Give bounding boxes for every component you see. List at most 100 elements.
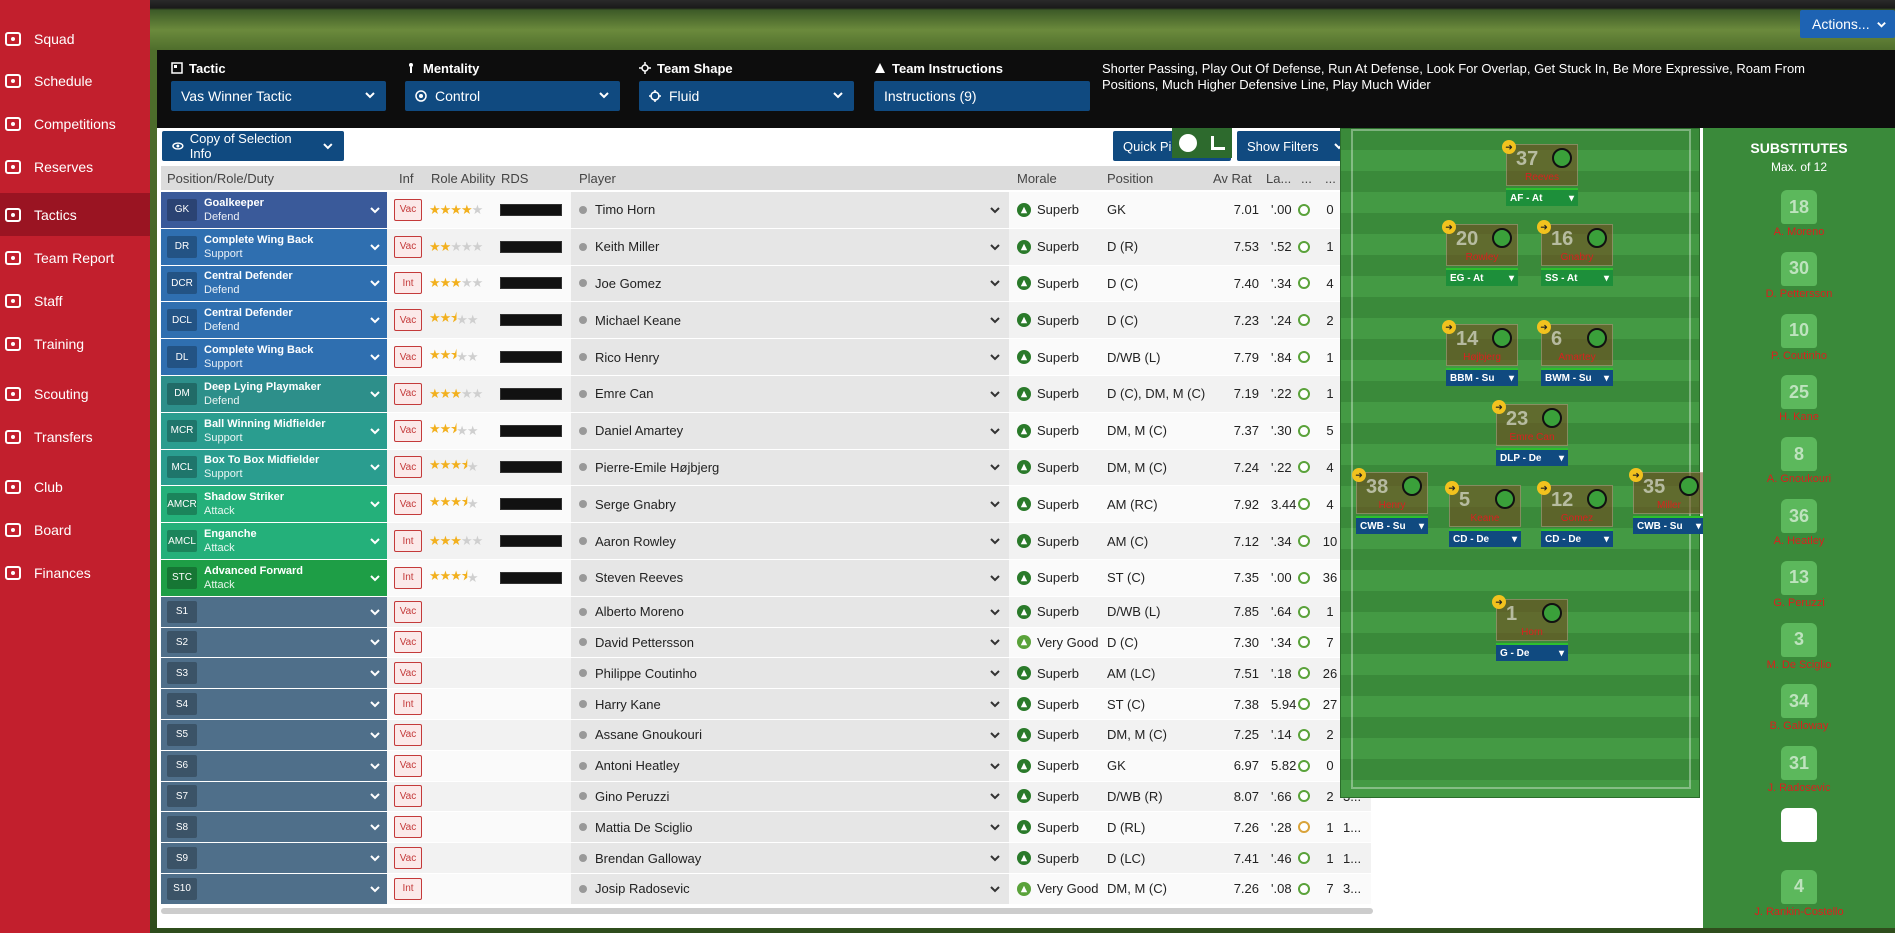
table-row[interactable]: S8 Vac Mattia De Sciglio Superb D (RL) 7.26 '.…	[161, 812, 1371, 844]
role-selector[interactable]: S8	[161, 812, 387, 843]
table-row[interactable]: S2 Vac David Pettersson Very Good D (C) 7.30 '…	[161, 627, 1371, 659]
substitute-slot[interactable]: 34 B. Galloway	[1753, 684, 1845, 732]
influence-badge[interactable]: Vac	[394, 631, 422, 654]
role-selector[interactable]: S2	[161, 627, 387, 658]
substitute-slot[interactable]: 8 A. Gnoukouri	[1753, 437, 1845, 485]
player-selector[interactable]: Antoni Heatley	[571, 750, 1009, 781]
table-row[interactable]: S6VacAntoni HeatleySuperbGK6.975.82018	[161, 750, 1371, 782]
player-name[interactable]: Brendan Galloway	[595, 851, 701, 866]
influence-badge[interactable]: Vac	[394, 785, 422, 808]
player-name[interactable]: Josip Radosevic	[595, 881, 690, 896]
player-selector[interactable]: Pierre-Emile Højbjerg	[571, 449, 1009, 486]
role-selector[interactable]: DCR Central Defender Defend	[161, 265, 387, 302]
sidebar-item-club[interactable]: Club	[0, 465, 150, 508]
sidebar-item-staff[interactable]: Staff	[0, 279, 150, 322]
header-last[interactable]: La...	[1266, 171, 1291, 186]
header-position[interactable]: Position	[1107, 171, 1153, 186]
role-selector[interactable]: AMCR Shadow Striker Attack	[161, 486, 387, 523]
sidebar-item-finances[interactable]: Finances	[0, 551, 150, 594]
header-rds[interactable]: RDS	[501, 171, 528, 186]
team-shape-select[interactable]: Fluid	[639, 81, 854, 111]
role-selector[interactable]: MCL Box To Box Midfielder Support	[161, 449, 387, 486]
pitch-role-selector[interactable]: CWB - Su ▾	[1356, 516, 1428, 534]
table-row[interactable]: S3 Vac Philippe Coutinho Superb AM (LC) 7.51 '…	[161, 658, 1371, 690]
table-row[interactable]: DL Complete Wing Back Support Vac ★★⯨ ★ ★ Rico …	[161, 339, 1371, 376]
table-row[interactable]: AMCL Enganche Attack Int ★★★ ★ ★ Aaron Rowley Su…	[161, 523, 1371, 560]
team-instructions-button[interactable]: Instructions (9)	[874, 81, 1090, 111]
role-selector[interactable]: MCR Ball Winning Midfielder Support	[161, 412, 387, 449]
pitch-player[interactable]: 37 ➜ Reeves AF - At ▾	[1502, 140, 1578, 206]
pitch-player[interactable]: 12 ➜ Gomez CD - De ▾	[1537, 481, 1613, 547]
sidebar-item-scouting[interactable]: Scouting	[0, 372, 150, 415]
player-name[interactable]: Michael Keane	[595, 313, 681, 328]
player-name[interactable]: Assane Gnoukouri	[595, 727, 702, 742]
table-row[interactable]: S7 Vac Gino Peruzzi Superb D/WB (R) 8.07 '.66 2…	[161, 781, 1371, 813]
substitute-slot[interactable]: 30 D. Pettersson	[1753, 251, 1845, 300]
role-selector[interactable]: DL Complete Wing Back Support	[161, 339, 387, 375]
influence-badge[interactable]: Vac	[394, 816, 422, 839]
role-selector[interactable]: DM Deep Lying Playmaker Defend	[161, 376, 387, 412]
substitute-slot[interactable]: 4 J. Rankin-Costello	[1753, 869, 1845, 918]
table-row[interactable]: DCL Central Defender Defend Vac ★★⯨ ★ ★ Michael…	[161, 302, 1371, 340]
pitch-role-selector[interactable]: SS - At ▾	[1541, 268, 1613, 286]
player-selector[interactable]: Mattia De Sciglio	[571, 812, 1009, 843]
player-name[interactable]: Timo Horn	[595, 202, 655, 217]
table-row[interactable]: DCR Central Defender Defend Int ★★★ ★ ★ Joe Gom…	[161, 265, 1371, 303]
pitch-player[interactable]: 38 ➜ Henry CWB - Su ▾	[1352, 468, 1428, 534]
player-name[interactable]: Gino Peruzzi	[595, 789, 669, 804]
influence-badge[interactable]: Int	[394, 566, 422, 589]
player-selector[interactable]: Brendan Galloway	[571, 843, 1009, 873]
sidebar-item-tactics[interactable]: Tactics	[0, 193, 150, 236]
pitch-player[interactable]: 14 ➜ Højbjerg BBM - Su ▾	[1442, 320, 1518, 386]
header-av-rat[interactable]: Av Rat	[1213, 171, 1252, 186]
player-name[interactable]: Emre Can	[595, 386, 654, 401]
sidebar-item-transfers[interactable]: Transfers	[0, 415, 150, 458]
influence-badge[interactable]: Vac	[394, 198, 422, 221]
player-selector[interactable]: Michael Keane	[571, 302, 1009, 339]
player-name[interactable]: Joe Gomez	[595, 276, 661, 291]
table-row[interactable]: MCL Box To Box Midfielder Support Vac ★★★⯨ ★ P…	[161, 449, 1371, 487]
player-name[interactable]: Philippe Coutinho	[595, 666, 697, 681]
header-morale[interactable]: Morale	[1017, 171, 1057, 186]
mentality-select[interactable]: Control	[405, 81, 620, 111]
header-extra-2[interactable]: ...	[1325, 171, 1336, 186]
role-selector[interactable]: S1	[161, 596, 387, 627]
influence-badge[interactable]: Vac	[394, 754, 422, 777]
influence-badge[interactable]: Int	[394, 877, 422, 900]
role-selector[interactable]: DCL Central Defender Defend	[161, 302, 387, 339]
pitch-player[interactable]: 20 ➜ Rowley EG - At ▾	[1442, 220, 1518, 286]
substitute-slot[interactable]: 25 H. Kane	[1753, 375, 1845, 423]
tactic-select[interactable]: Vas Winner Tactic	[171, 81, 386, 111]
player-name[interactable]: Rico Henry	[595, 350, 659, 365]
influence-badge[interactable]: Vac	[394, 309, 422, 332]
player-selector[interactable]: David Pettersson	[571, 627, 1009, 658]
actions-button[interactable]: Actions...	[1800, 10, 1895, 38]
influence-badge[interactable]: Vac	[394, 847, 422, 870]
header-inf[interactable]: Inf	[399, 171, 413, 186]
pitch-stats-icon[interactable]	[1211, 136, 1225, 150]
player-selector[interactable]: Timo Horn	[571, 192, 1009, 228]
player-selector[interactable]: Philippe Coutinho	[571, 658, 1009, 689]
player-selector[interactable]: Alberto Moreno	[571, 596, 1009, 627]
influence-badge[interactable]: Vac	[394, 662, 422, 685]
sidebar-item-squad[interactable]: Squad	[0, 17, 150, 60]
header-extra-1[interactable]: ...	[1301, 171, 1312, 186]
table-row[interactable]: S5 Vac Assane Gnoukouri Superb DM, M (C) 7.25…	[161, 720, 1371, 751]
influence-badge[interactable]: Vac	[394, 493, 422, 516]
player-name[interactable]: Aaron Rowley	[595, 534, 676, 549]
header-player[interactable]: Player	[579, 171, 616, 186]
header-role-ability[interactable]: Role Ability	[431, 171, 495, 186]
table-row[interactable]: S4IntHarry KaneSuperbST (C)7.385.94272..…	[161, 689, 1371, 720]
pitch-role-selector[interactable]: AF - At ▾	[1506, 188, 1578, 206]
influence-badge[interactable]: Vac	[394, 600, 422, 623]
sidebar-item-board[interactable]: Board	[0, 508, 150, 551]
pitch-ball-icon[interactable]	[1179, 134, 1197, 152]
table-row[interactable]: DM Deep Lying Playmaker Defend Vac ★★★ ★ ★ Emre…	[161, 376, 1371, 413]
player-selector[interactable]: Assane Gnoukouri	[571, 720, 1009, 750]
player-selector[interactable]: Harry Kane	[571, 689, 1009, 719]
player-name[interactable]: Serge Gnabry	[595, 497, 676, 512]
pitch-player[interactable]: 35 ➜ Miller CWB - Su ▾	[1629, 468, 1705, 534]
influence-badge[interactable]: Vac	[394, 723, 422, 746]
role-selector[interactable]: GK Goalkeeper Defend	[161, 192, 387, 228]
pitch-player[interactable]: 6 ➜ Amartey BWM - Su ▾	[1537, 320, 1613, 386]
